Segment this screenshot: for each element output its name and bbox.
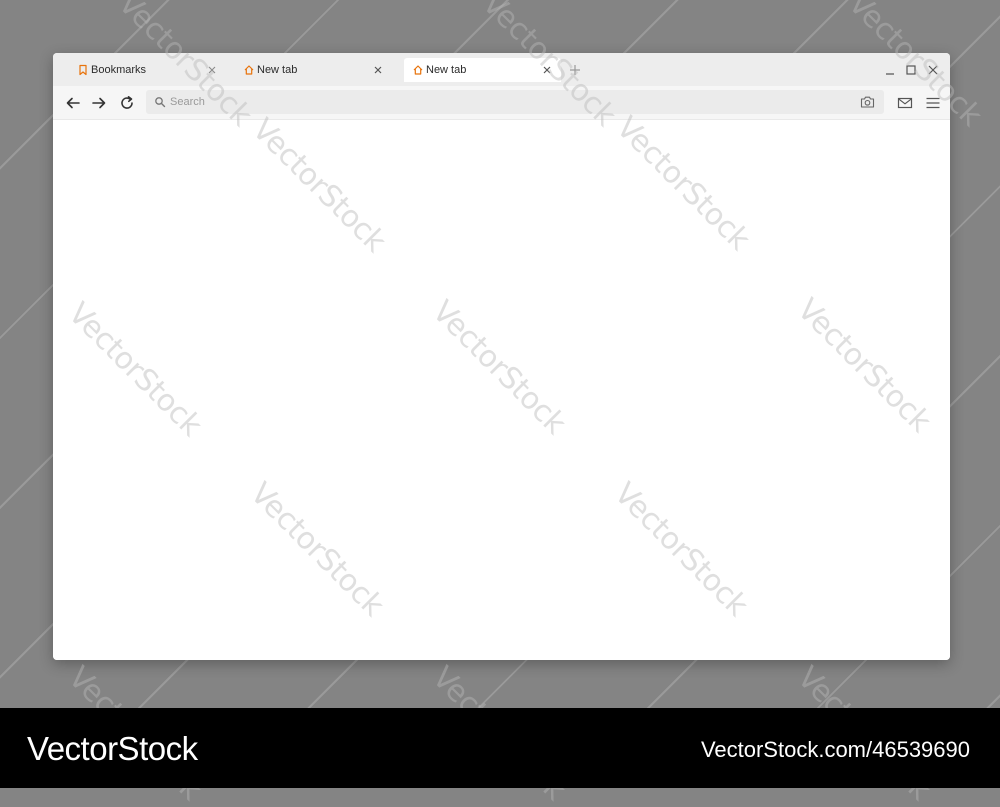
close-icon[interactable] — [927, 64, 939, 76]
bookmark-icon — [79, 64, 87, 76]
address-bar — [146, 90, 884, 114]
minimize-icon[interactable] — [884, 64, 896, 76]
search-icon — [155, 97, 166, 108]
footer-image-id: VectorStock.com/46539690 — [700, 737, 970, 762]
camera-icon[interactable] — [860, 95, 875, 109]
tab-new-tab-active[interactable]: New tab — [404, 58, 561, 82]
reload-icon[interactable] — [119, 95, 135, 111]
close-tab-icon[interactable] — [541, 64, 553, 76]
tab-label: Bookmarks — [91, 64, 147, 76]
footer-brand: VectorStock — [27, 730, 198, 767]
arrow-right-icon[interactable] — [91, 95, 107, 111]
menu-icon[interactable] — [925, 95, 941, 111]
page-viewport[interactable] — [53, 120, 950, 660]
plus-icon[interactable] — [569, 64, 581, 76]
toolbar — [53, 86, 950, 120]
mail-icon[interactable] — [897, 95, 913, 111]
tab-bookmarks[interactable]: Bookmarks — [69, 58, 226, 82]
tab-label: New tab — [257, 64, 298, 76]
arrow-left-icon[interactable] — [65, 95, 81, 111]
maximize-icon[interactable] — [905, 64, 917, 76]
home-icon — [413, 65, 423, 75]
close-tab-icon[interactable] — [372, 64, 384, 76]
footer-bar: VectorStock VectorStock.com/46539690 — [0, 708, 1000, 788]
browser-window: Bookmarks New tab New tab — [53, 53, 950, 660]
search-input[interactable] — [170, 90, 830, 114]
tab-strip: Bookmarks New tab New tab — [53, 53, 950, 86]
tab-label: New tab — [426, 64, 467, 76]
tab-new-tab[interactable]: New tab — [235, 58, 392, 82]
home-icon — [244, 65, 254, 75]
close-tab-icon[interactable] — [206, 64, 218, 76]
